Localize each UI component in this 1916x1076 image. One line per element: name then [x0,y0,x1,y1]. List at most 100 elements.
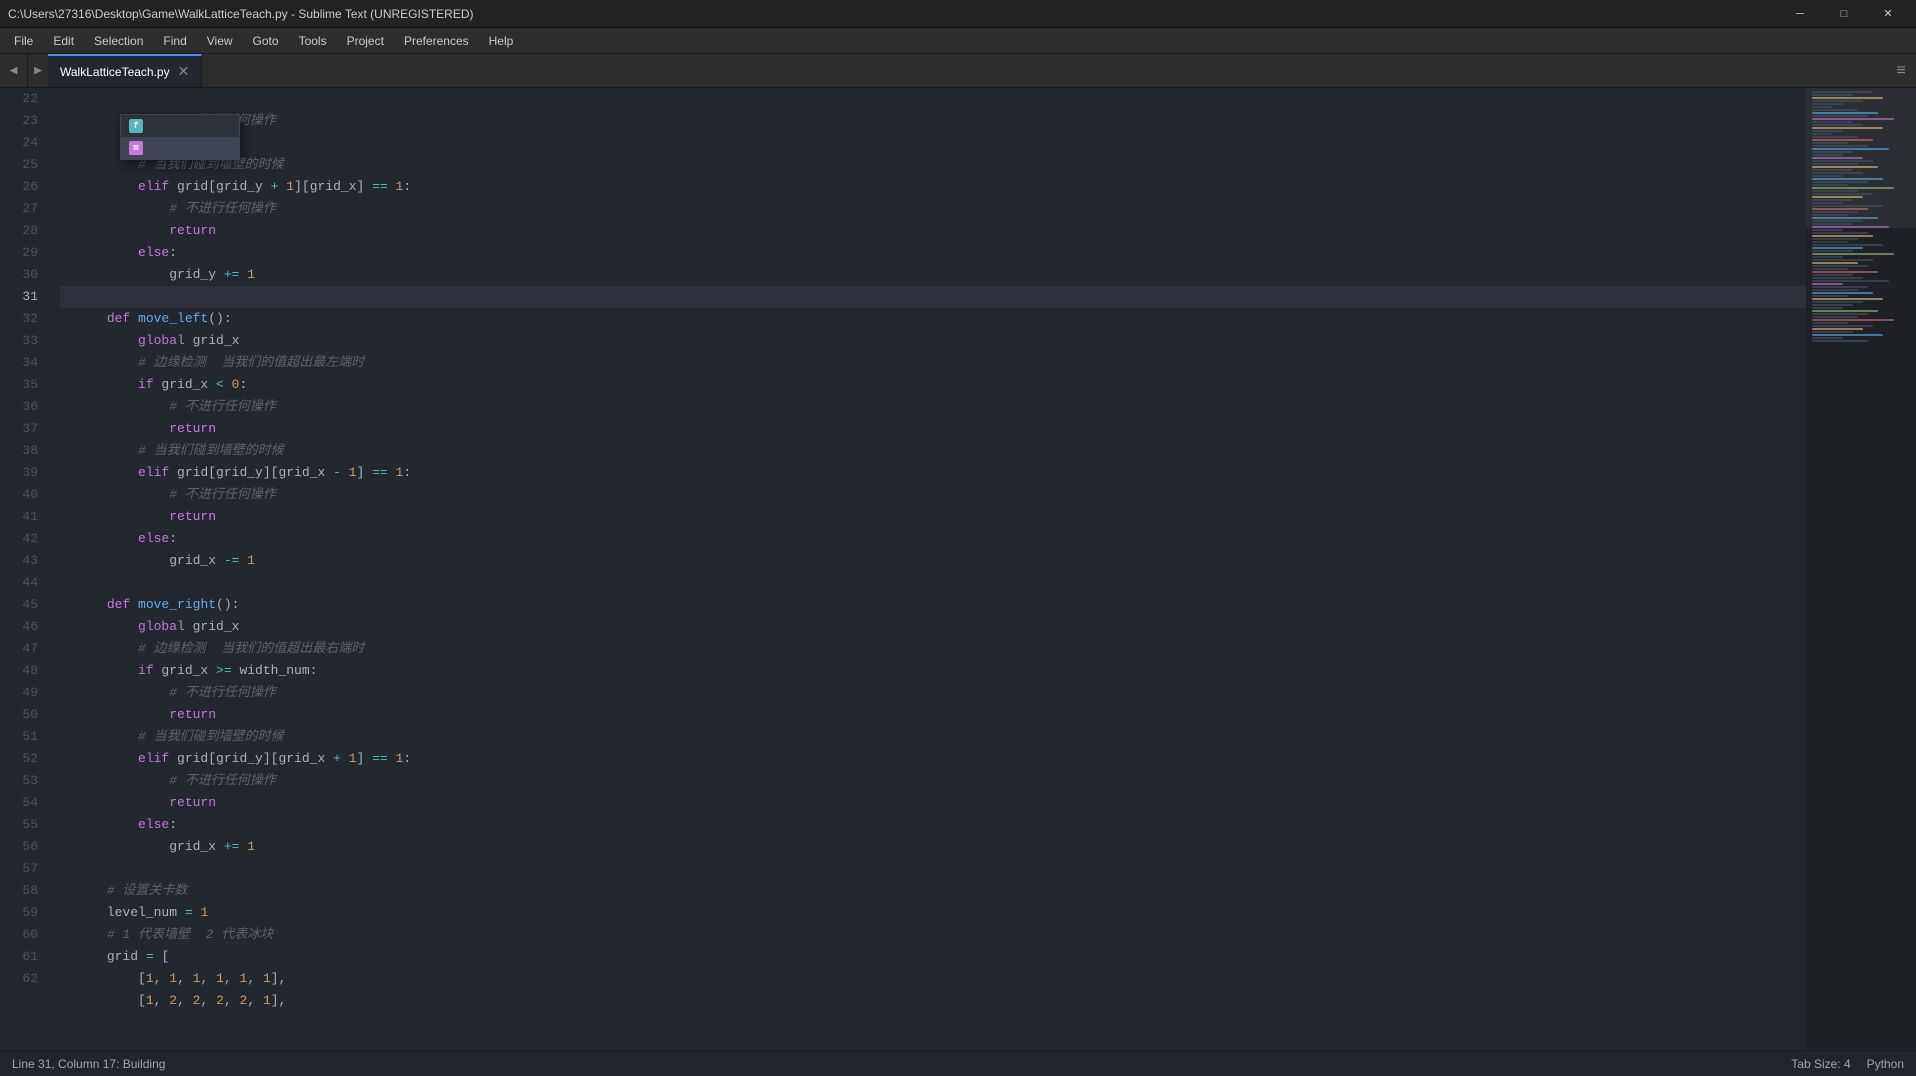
tab-nav-right[interactable]: ▶ [28,54,48,87]
code-line-43 [60,550,1806,572]
line-num-42: 42 [0,528,44,550]
title-text: C:\Users\27316\Desktop\Game\WalkLatticeT… [8,7,474,21]
tab-bar: ◀ ▶ WalkLatticeTeach.py ✕ ≡ [0,54,1916,88]
line-num-62: 62 [0,968,44,990]
menu-tools[interactable]: Tools [289,28,337,54]
line-num-47: 47 [0,638,44,660]
line-num-25: 25 [0,154,44,176]
line-num-55: 55 [0,814,44,836]
line-num-61: 61 [0,946,44,968]
status-position: Line 31, Column 17: Building [12,1057,165,1071]
code-line-35: # 不进行任何操作 [60,374,1806,396]
code-line-51: elif grid[grid_y][grid_x + 1] == 1: [60,726,1806,748]
line-num-30: 30 [0,264,44,286]
minimize-button[interactable]: ─ [1780,0,1820,28]
menu-view[interactable]: View [197,28,243,54]
status-left: Line 31, Column 17: Building [12,1057,165,1071]
line-num-26: 26 [0,176,44,198]
line-num-27: 27 [0,198,44,220]
menu-edit[interactable]: Edit [43,28,84,54]
line-num-46: 46 [0,616,44,638]
code-line-50: # 当我们碰到墙壁的时候 [60,704,1806,726]
status-tab-size[interactable]: Tab Size: 4 [1791,1057,1850,1071]
ac-item-1[interactable]: f [121,115,239,137]
status-language[interactable]: Python [1867,1057,1904,1071]
tab-walklattice[interactable]: WalkLatticeTeach.py ✕ [48,54,202,87]
ac-item-2[interactable]: m [121,137,239,159]
code-line-57: # 设置关卡数 [60,858,1806,880]
title-bar: C:\Users\27316\Desktop\Game\WalkLatticeT… [0,0,1916,28]
ac-label-2 [149,137,156,159]
line-num-32: 32 [0,308,44,330]
code-line-59: # 1 代表墙壁 2 代表冰块 [60,902,1806,924]
close-button[interactable]: ✕ [1868,0,1908,28]
menu-find[interactable]: Find [153,28,196,54]
code-line-61: [1, 1, 1, 1, 1, 1], [60,946,1806,968]
code-line-48: # 不进行任何操作 [60,660,1806,682]
ac-label-1 [149,115,156,137]
line-num-29: 29 [0,242,44,264]
minimap-content [1806,88,1916,1050]
menu-help[interactable]: Help [479,28,524,54]
code-line-53: return [60,770,1806,792]
code-line-58: level_num = 1 [60,880,1806,902]
code-line-54: else: [60,792,1806,814]
minimap-toggle[interactable]: ≡ [1886,54,1916,87]
line-num-33: 33 [0,330,44,352]
menu-goto[interactable]: Goto [243,28,289,54]
line-num-31: 31 [0,286,44,308]
line-num-53: 53 [0,770,44,792]
code-line-55: grid_x += 1 [60,814,1806,836]
line-num-36: 36 [0,396,44,418]
code-line-60: grid = [ [60,924,1806,946]
line-numbers: 22 23 24 25 26 27 28 29 30 31 32 33 34 3… [0,88,52,1050]
line-num-60: 60 [0,924,44,946]
line-num-57: 57 [0,858,44,880]
code-line-44: def move_right(): [60,572,1806,594]
line-num-34: 34 [0,352,44,374]
menu-project[interactable]: Project [337,28,394,54]
code-line-27: return [60,198,1806,220]
maximize-button[interactable]: □ [1824,0,1864,28]
code-line-23: return [60,110,1806,132]
menu-bar: File Edit Selection Find View Goto Tools… [0,28,1916,54]
code-area[interactable]: f m # 不进行任何操作 return # 当我们碰到墙壁的时候 elif g… [52,88,1806,1050]
line-num-24: 24 [0,132,44,154]
code-line-38: elif grid[grid_y][grid_x - 1] == 1: [60,440,1806,462]
code-line-40: return [60,484,1806,506]
code-line-42: grid_x -= 1 [60,528,1806,550]
code-line-49: return [60,682,1806,704]
line-num-35: 35 [0,374,44,396]
code-line-24: # 当我们碰到墙壁的时候 [60,132,1806,154]
line-num-56: 56 [0,836,44,858]
line-num-54: 54 [0,792,44,814]
code-line-45: global grid_x [60,594,1806,616]
menu-preferences[interactable]: Preferences [394,28,479,54]
line-num-50: 50 [0,704,44,726]
line-num-52: 52 [0,748,44,770]
autocomplete-popup[interactable]: f m [120,114,240,160]
ac-icon-method: m [129,141,143,155]
code-line-28: else: [60,220,1806,242]
menu-selection[interactable]: Selection [84,28,153,54]
line-num-49: 49 [0,682,44,704]
line-num-41: 41 [0,506,44,528]
code-line-25: elif grid[grid_y + 1][grid_x] == 1: [60,154,1806,176]
minimap [1806,88,1916,1050]
line-num-28: 28 [0,220,44,242]
line-num-43: 43 [0,550,44,572]
line-num-59: 59 [0,902,44,924]
line-num-22: 22 [0,88,44,110]
code-line-22: # 不进行任何操作 [60,88,1806,110]
menu-file[interactable]: File [4,28,43,54]
tab-nav-left[interactable]: ◀ [0,54,28,87]
code-line-33: # 边缘检测 当我们的值超出最左端时 [60,330,1806,352]
code-line-30 [60,264,1806,286]
code-line-31: def move_left(): [60,286,1806,308]
tab-label: WalkLatticeTeach.py [60,65,170,79]
code-line-36: return [60,396,1806,418]
line-num-39: 39 [0,462,44,484]
tab-close-button[interactable]: ✕ [178,63,190,80]
line-num-37: 37 [0,418,44,440]
code-line-62: [1, 2, 2, 2, 2, 1], [60,968,1806,990]
